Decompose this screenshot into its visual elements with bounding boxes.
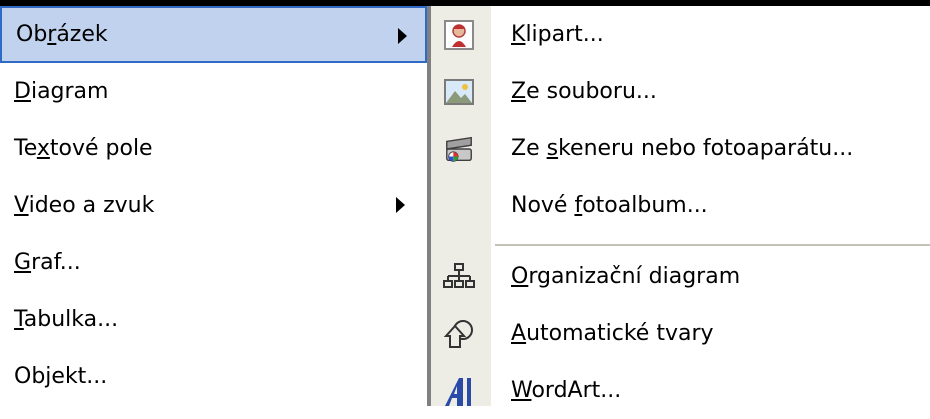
picture-file-icon	[443, 76, 475, 108]
submenu-item-label: WordArt...	[511, 378, 622, 403]
submenu-separator	[495, 244, 930, 246]
submenu-item-label: Klipart...	[511, 22, 604, 47]
submenu-item-label: Ze skeneru nebo fotoaparátu...	[511, 136, 854, 161]
menu-item-chart[interactable]: Graf...	[0, 234, 427, 291]
autoshapes-icon	[443, 318, 475, 350]
menu-item-table[interactable]: Tabulka...	[0, 291, 427, 348]
menu-item-video-sound[interactable]: Video a zvuk	[0, 177, 427, 234]
submenu-item-clipart[interactable]: Klipart...	[431, 6, 930, 63]
submenu-item-from-scanner[interactable]: Ze skeneru nebo fotoaparátu...	[431, 120, 930, 177]
menu-item-label: Obrázek	[16, 22, 108, 47]
org-chart-icon	[443, 261, 475, 293]
menu-item-diagram[interactable]: Diagram	[0, 63, 427, 120]
menu-item-label: Graf...	[14, 250, 81, 275]
submenu-arrow-icon	[396, 197, 405, 213]
picture-submenu: Klipart... Ze souboru... Ze skeneru nebo…	[431, 6, 930, 406]
scanner-icon	[443, 133, 475, 165]
submenu-item-wordart[interactable]: WordArt...	[431, 362, 930, 419]
menu-item-label: Textové pole	[14, 136, 153, 161]
insert-menu: Obrázek Diagram Textové pole Video a zvu…	[0, 6, 427, 406]
wordart-icon	[443, 375, 475, 407]
menu-item-label: Video a zvuk	[14, 193, 155, 218]
menu-item-picture[interactable]: Obrázek	[0, 6, 427, 63]
submenu-item-label: Nové fotoalbum...	[511, 193, 708, 218]
menu-item-object[interactable]: Objekt...	[0, 348, 427, 405]
submenu-item-autoshapes[interactable]: Automatické tvary	[431, 305, 930, 362]
menu-item-text-box[interactable]: Textové pole	[0, 120, 427, 177]
menu-item-label: Objekt...	[14, 364, 108, 389]
submenu-item-new-photo-album[interactable]: Nové fotoalbum...	[431, 177, 930, 234]
submenu-item-from-file[interactable]: Ze souboru...	[431, 63, 930, 120]
submenu-item-label: Organizační diagram	[511, 264, 741, 289]
menu-item-label: Tabulka...	[14, 307, 119, 332]
submenu-item-label: Ze souboru...	[511, 79, 657, 104]
clipart-icon	[443, 19, 475, 51]
menu-item-label: Diagram	[14, 79, 109, 104]
submenu-item-label: Automatické tvary	[511, 321, 714, 346]
submenu-item-org-chart[interactable]: Organizační diagram	[431, 248, 930, 305]
submenu-arrow-icon	[398, 28, 407, 44]
